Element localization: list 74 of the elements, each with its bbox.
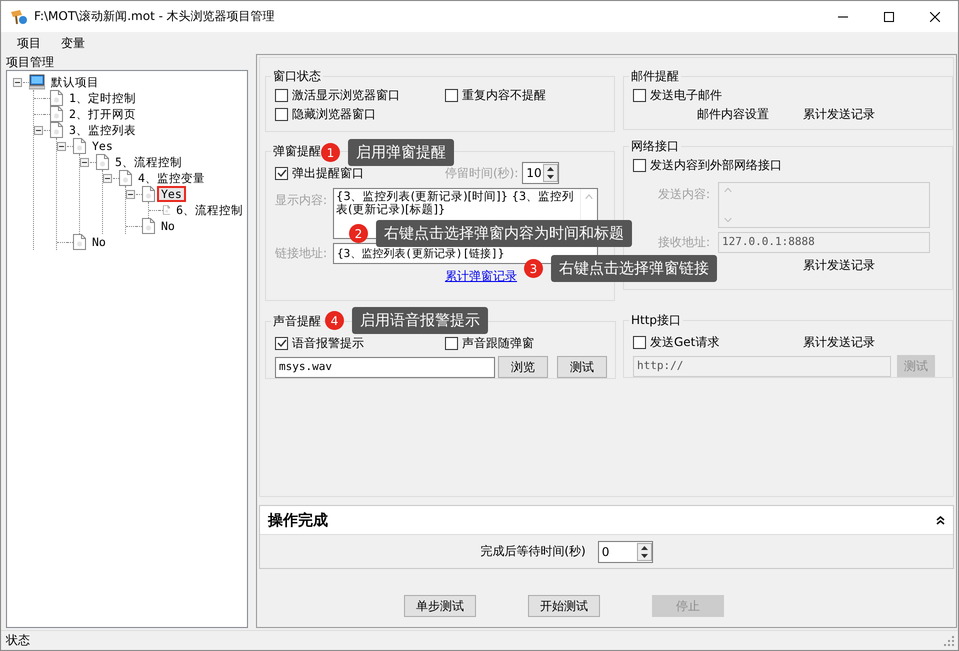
- callout-tooltip: 启用语音报警提示: [352, 307, 488, 334]
- checkbox[interactable]: 发送Get请求: [633, 334, 803, 351]
- minimize-icon: [838, 16, 848, 18]
- number-spinner[interactable]: 0: [598, 540, 653, 562]
- tree-item[interactable]: 3、监控列表: [65, 122, 140, 138]
- step-number: 1: [321, 143, 340, 162]
- tree-item[interactable]: Yes: [88, 138, 117, 154]
- field-label: 显示内容:: [275, 192, 328, 209]
- collapse-icon[interactable]: [13, 78, 22, 86]
- app-icon: [10, 8, 28, 24]
- group-title: 网络接口: [630, 138, 680, 155]
- menu-item[interactable]: 项目: [9, 34, 49, 52]
- checkmark-icon: [276, 339, 286, 348]
- tree-item[interactable]: 默认项目: [47, 74, 103, 90]
- close-icon: [930, 12, 940, 22]
- collapse-icon[interactable]: [126, 190, 135, 198]
- checkbox[interactable]: 语音报警提示: [275, 335, 445, 352]
- field-label: 发送内容:: [658, 186, 710, 203]
- computer-icon: [29, 74, 45, 90]
- spin-arrows-icon[interactable]: [543, 164, 558, 182]
- tree-item[interactable]: Yes: [157, 186, 186, 202]
- tree-item[interactable]: 4、监控变量: [134, 170, 209, 186]
- tree-item[interactable]: 5、流程控制: [111, 154, 186, 170]
- callout-tooltip: 右键点击选择弹窗内容为时间和标题: [376, 220, 632, 247]
- group-title: 邮件提醒: [630, 68, 680, 85]
- checkmark-icon: [276, 168, 286, 178]
- menu-item[interactable]: 变量: [53, 34, 93, 52]
- tree-item[interactable]: No: [88, 234, 110, 250]
- group-title: 窗口状态: [272, 68, 322, 85]
- step-number: 3: [524, 259, 543, 278]
- history-link[interactable]: 累计弹窗记录: [445, 268, 517, 285]
- maximize-icon: [884, 12, 894, 22]
- action-button[interactable]: 开始测试: [528, 595, 600, 617]
- tree-item[interactable]: 2、打开网页: [65, 106, 140, 122]
- sound-button[interactable]: 浏览: [498, 356, 548, 378]
- field-label: 完成后等待时间(秒): [480, 543, 586, 560]
- checkbox[interactable]: 重复内容不提醒: [445, 87, 546, 104]
- checkbox[interactable]: 声音跟随弹窗: [445, 335, 534, 352]
- field-label: 接收地址:: [658, 234, 710, 251]
- history-link[interactable]: 累计发送记录: [803, 334, 875, 351]
- tree-item[interactable]: 6、流程控制: [172, 202, 247, 218]
- tree-item[interactable]: 1、定时控制: [65, 90, 140, 106]
- group-title: 弹窗提醒: [272, 143, 322, 160]
- sound-button[interactable]: 测试: [557, 356, 607, 378]
- section-header[interactable]: 操作完成: [260, 506, 953, 535]
- field-label: 链接地址:: [275, 245, 328, 262]
- collapse-icon[interactable]: [57, 142, 66, 150]
- collapse-icon[interactable]: [80, 158, 89, 166]
- history-link[interactable]: 累计发送记录: [803, 257, 875, 274]
- resize-grip-icon[interactable]: [944, 636, 954, 646]
- window-title: F:\MOT\滚动新闻.mot - 木头浏览器项目管理: [34, 8, 276, 25]
- checkbox[interactable]: 激活显示浏览器窗口: [275, 87, 445, 104]
- checkbox[interactable]: 发送内容到外部网络接口: [633, 157, 782, 174]
- checkbox[interactable]: 弹出提醒窗口: [275, 164, 445, 182]
- mail-link[interactable]: 累计发送记录: [803, 106, 875, 123]
- collapse-icon[interactable]: [34, 126, 43, 134]
- checkbox[interactable]: 隐藏浏览器窗口: [275, 106, 376, 123]
- panel-title: 项目管理: [6, 54, 55, 70]
- mail-link[interactable]: 邮件内容设置: [697, 106, 769, 123]
- callout-tooltip: 启用弹窗提醒: [348, 139, 454, 166]
- file-field[interactable]: msys.wav: [275, 356, 495, 378]
- group-title: 声音提醒: [272, 313, 322, 330]
- action-button[interactable]: 单步测试: [404, 595, 476, 617]
- spin-arrows-icon[interactable]: [636, 542, 652, 560]
- field-label: 停留时间(秒):: [445, 164, 518, 182]
- collapse-icon[interactable]: [103, 174, 112, 182]
- status-text: 状态: [6, 632, 30, 649]
- group-title: Http接口: [630, 312, 682, 329]
- tree-item[interactable]: No: [157, 218, 179, 234]
- collapse-icon[interactable]: [936, 516, 945, 524]
- callout-tooltip: 右键点击选择弹窗链接: [551, 255, 717, 282]
- step-number: 4: [325, 311, 344, 330]
- checkbox[interactable]: 发送电子邮件: [633, 87, 722, 104]
- section-title: 操作完成: [268, 510, 328, 530]
